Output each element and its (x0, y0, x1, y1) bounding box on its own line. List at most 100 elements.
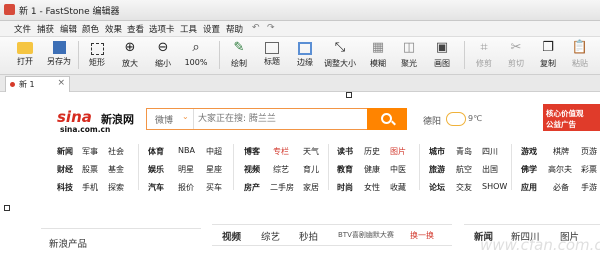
document-tab[interactable]: 新 1 × (5, 76, 70, 92)
tab-variety[interactable]: 综艺 (261, 229, 280, 243)
nav-link[interactable]: 新闻 (57, 146, 73, 157)
nav-link[interactable]: NBA (178, 146, 195, 155)
nav-link[interactable]: 城市 (429, 146, 445, 157)
nav-link[interactable]: 高尔夫 (548, 164, 572, 175)
tab-miaopai[interactable]: 秒拍 (299, 229, 318, 243)
nav-link[interactable]: 专栏 (273, 146, 289, 157)
resize-button[interactable]: ⤡ 调整大小 (320, 39, 360, 72)
promo-banner[interactable]: 核心价值观 公益广告 (543, 104, 600, 131)
nav-link[interactable]: 收藏 (390, 182, 406, 193)
rectangle-select-button[interactable]: 矩形 (80, 39, 114, 72)
draw-button[interactable]: ✎ 绘制 (222, 39, 256, 72)
tab-icon (10, 82, 15, 87)
menu-tools[interactable]: 工具 (180, 23, 197, 35)
nav-link[interactable]: 手游 (581, 182, 597, 193)
nav-link[interactable]: 女性 (364, 182, 380, 193)
nav-link[interactable]: 论坛 (429, 182, 445, 193)
search-button[interactable] (367, 108, 407, 130)
zoom-out-button[interactable]: ⊖ 缩小 (146, 39, 180, 72)
nav-link[interactable]: 读书 (337, 146, 353, 157)
nav-link[interactable]: 航空 (456, 164, 472, 175)
save-as-button[interactable]: 另存为 (42, 39, 76, 72)
nav-link[interactable]: 综艺 (273, 164, 289, 175)
nav-link[interactable]: 天气 (303, 146, 319, 157)
nav-link[interactable]: 股票 (82, 164, 98, 175)
nav-link[interactable]: 家居 (303, 182, 319, 193)
menu-help[interactable]: 帮助 (226, 23, 243, 35)
nav-link[interactable]: SHOW (482, 182, 507, 191)
menu-effects[interactable]: 效果 (105, 23, 122, 35)
nav-link[interactable]: 佛学 (521, 164, 537, 175)
redo-icon[interactable]: ↷ (267, 23, 275, 33)
nav-link[interactable]: 必备 (553, 182, 569, 193)
nav-link[interactable]: 青岛 (456, 146, 472, 157)
nav-link[interactable]: 体育 (148, 146, 164, 157)
menu-settings[interactable]: 设置 (203, 23, 220, 35)
nav-link[interactable]: 时尚 (337, 182, 353, 193)
spotlight-button[interactable]: ◫ 聚光 (392, 39, 426, 72)
nav-link[interactable]: 图片 (390, 146, 406, 157)
canvas-button[interactable]: ▣ 画图 (425, 39, 459, 72)
resize-handle-top[interactable] (346, 92, 352, 98)
caption-button[interactable]: 标题 (255, 39, 289, 72)
nav-link[interactable]: 基金 (108, 164, 124, 175)
undo-icon[interactable]: ↶ (252, 23, 260, 33)
weather-city[interactable]: 德阳 (423, 114, 441, 127)
nav-link[interactable]: 中超 (206, 146, 222, 157)
search-category-select[interactable]: 微博 ⌄ (147, 109, 194, 129)
cut-button[interactable]: ✂ 剪切 (499, 39, 533, 72)
crop-button[interactable]: ⌗ 修剪 (467, 39, 501, 72)
nav-link[interactable]: 博客 (244, 146, 260, 157)
menu-color[interactable]: 颜色 (82, 23, 99, 35)
menu-file[interactable]: 文件 (14, 23, 31, 35)
menu-view[interactable]: 查看 (127, 23, 144, 35)
nav-link[interactable]: 交友 (456, 182, 472, 193)
search-input[interactable] (198, 112, 358, 125)
nav-link[interactable]: 星座 (206, 164, 222, 175)
nav-link[interactable]: 明星 (178, 164, 194, 175)
nav-link[interactable]: 报价 (178, 182, 194, 193)
nav-link[interactable]: 出国 (482, 164, 498, 175)
edge-button[interactable]: 边缘 (288, 39, 322, 72)
open-button[interactable]: 打开 (8, 39, 42, 72)
zoom-in-button[interactable]: ⊕ 放大 (113, 39, 147, 72)
nav-link[interactable]: 汽车 (148, 182, 164, 193)
blur-button[interactable]: ▦ 模糊 (361, 39, 395, 72)
nav-link[interactable]: 财经 (57, 164, 73, 175)
nav-link[interactable]: 彩票 (581, 164, 597, 175)
tab-video[interactable]: 视频 (222, 229, 241, 243)
nav-link[interactable]: 棋牌 (553, 146, 569, 157)
sina-logo[interactable]: sina 新浪网 sina.com.cn (57, 108, 137, 136)
nav-link[interactable]: 旅游 (429, 164, 445, 175)
menu-bar: 文件 捕获 编辑 颜色 效果 查看 选项卡 工具 设置 帮助 ↶ ↷ (0, 21, 600, 37)
refresh-link[interactable]: 换一换 (410, 230, 434, 241)
paste-button[interactable]: 📋 粘贴 (563, 39, 597, 72)
menu-tabs[interactable]: 选项卡 (149, 23, 175, 35)
nav-link[interactable]: 探索 (108, 182, 124, 193)
nav-link[interactable]: 中医 (390, 164, 406, 175)
nav-link[interactable]: 二手房 (270, 182, 294, 193)
menu-capture[interactable]: 捕获 (37, 23, 54, 35)
nav-link[interactable]: 游戏 (521, 146, 537, 157)
nav-link[interactable]: 页游 (581, 146, 597, 157)
resize-handle-left[interactable] (4, 205, 10, 211)
nav-link[interactable]: 教育 (337, 164, 353, 175)
nav-link[interactable]: 视频 (244, 164, 260, 175)
copy-button[interactable]: ❐ 复制 (531, 39, 565, 72)
nav-link[interactable]: 科技 (57, 182, 73, 193)
close-icon[interactable]: × (57, 78, 65, 88)
nav-link[interactable]: 历史 (364, 146, 380, 157)
nav-link[interactable]: 社会 (108, 146, 124, 157)
btv-link[interactable]: BTV喜剧幽默大赛 (338, 230, 394, 240)
nav-link[interactable]: 娱乐 (148, 164, 164, 175)
nav-link[interactable]: 房产 (244, 182, 260, 193)
zoom-level-button[interactable]: ⌕ 100% (179, 39, 213, 72)
nav-link[interactable]: 手机 (82, 182, 98, 193)
nav-link[interactable]: 军事 (82, 146, 98, 157)
nav-link[interactable]: 买车 (206, 182, 222, 193)
nav-link[interactable]: 应用 (521, 182, 537, 193)
menu-edit[interactable]: 编辑 (60, 23, 77, 35)
nav-link[interactable]: 育儿 (303, 164, 319, 175)
nav-link[interactable]: 健康 (364, 164, 380, 175)
nav-link[interactable]: 四川 (482, 146, 498, 157)
